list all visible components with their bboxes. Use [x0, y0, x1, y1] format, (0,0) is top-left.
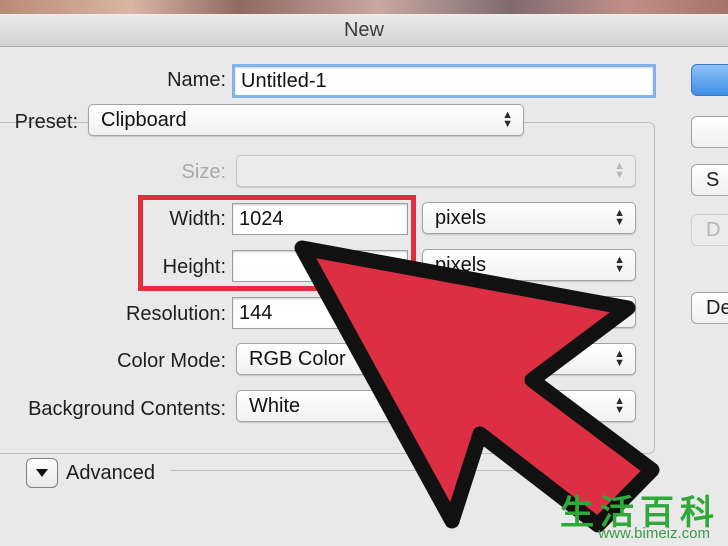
watermark-logo: 生活百科 www.bimeiz.com — [528, 483, 728, 546]
pointer-arrow-icon — [294, 240, 660, 533]
watermark-url: www.bimeiz.com — [598, 525, 710, 542]
